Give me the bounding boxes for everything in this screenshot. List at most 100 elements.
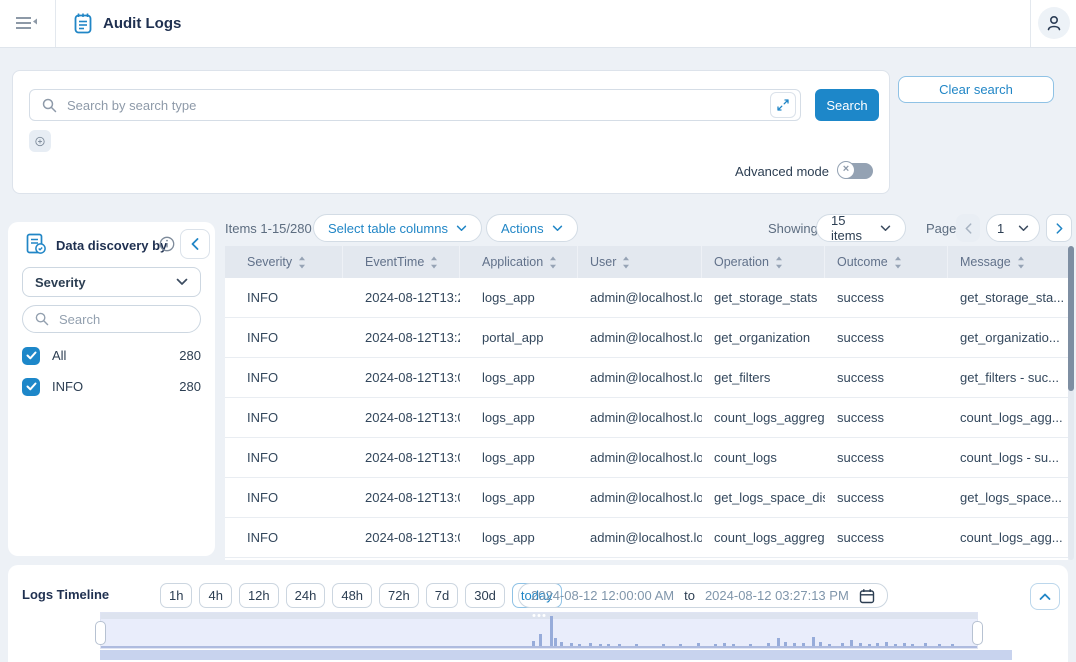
checkbox-checked-icon[interactable] — [22, 378, 40, 396]
sort-icon[interactable] — [430, 256, 438, 269]
clear-search-button[interactable]: Clear search — [898, 76, 1054, 103]
table-cell: count_logs_aggreg... — [702, 410, 825, 425]
table-cell: admin@localhost.lo... — [578, 330, 702, 345]
facet-list: All 280 INFO 280 — [8, 340, 215, 402]
table-row[interactable]: INFO2024-08-12T13:08:...logs_appadmin@lo… — [225, 398, 1068, 438]
table-cell: count_logs_aggreg... — [702, 530, 825, 545]
table-cell: logs_app — [460, 370, 578, 385]
timeline-collapse-button[interactable] — [1030, 583, 1060, 610]
table-cell: get_filters — [702, 370, 825, 385]
user-avatar-icon[interactable] — [1038, 7, 1070, 39]
table-cell: logs_app — [460, 490, 578, 505]
table-cell: get_organization — [702, 330, 825, 345]
range-button-48h[interactable]: 48h — [332, 583, 372, 608]
info-icon[interactable] — [159, 236, 175, 252]
range-button-1h[interactable]: 1h — [160, 583, 192, 608]
table-row[interactable]: INFO2024-08-12T13:08:...logs_appadmin@lo… — [225, 478, 1068, 518]
sort-icon[interactable] — [298, 256, 306, 269]
histogram-bar — [554, 638, 557, 646]
table-cell: admin@localhost.lo... — [578, 450, 702, 465]
search-input[interactable] — [65, 97, 770, 114]
table-cell: success — [825, 290, 948, 305]
facet-type-select[interactable]: Severity — [22, 267, 201, 297]
facet-search-input[interactable] — [57, 311, 171, 328]
advanced-mode-label: Advanced mode — [735, 164, 829, 179]
table-cell: logs_app — [460, 530, 578, 545]
table-cell: 2024-08-12T13:08:... — [343, 410, 460, 425]
advanced-mode-toggle[interactable]: × — [839, 163, 873, 179]
table-cell: portal_app — [460, 330, 578, 345]
table-cell: admin@localhost.lo... — [578, 410, 702, 425]
column-header[interactable]: Operation — [702, 246, 825, 278]
range-button-4h[interactable]: 4h — [199, 583, 231, 608]
column-header[interactable]: EventTime — [343, 246, 460, 278]
add-criteria-button[interactable] — [29, 130, 51, 152]
actions-button[interactable]: Actions — [486, 214, 578, 242]
table-row[interactable]: INFO2024-08-12T13:27:...logs_appadmin@lo… — [225, 278, 1068, 318]
search-box[interactable] — [29, 89, 801, 121]
divider — [55, 0, 56, 47]
timeline-brush[interactable] — [100, 612, 978, 649]
table-cell: success — [825, 410, 948, 425]
page-number-select[interactable]: 1 — [986, 214, 1040, 242]
range-button-72h[interactable]: 72h — [379, 583, 419, 608]
range-button-7d[interactable]: 7d — [426, 583, 458, 608]
facet-item[interactable]: All 280 — [8, 340, 215, 371]
checkbox-checked-icon[interactable] — [22, 347, 40, 365]
sidebar-title: Data discovery by — [56, 238, 167, 253]
date-range-picker[interactable]: 2024-08-12 12:00:00 AM to 2024-08-12 03:… — [518, 583, 888, 608]
facet-item[interactable]: INFO 280 — [8, 371, 215, 402]
divider — [1030, 0, 1031, 47]
prev-page-button[interactable] — [956, 214, 980, 242]
timeline-title: Logs Timeline — [22, 587, 109, 602]
sort-icon[interactable] — [1017, 256, 1025, 269]
facet-type-value: Severity — [35, 275, 86, 290]
table-cell: logs_app — [460, 290, 578, 305]
search-icon — [42, 98, 57, 113]
facet-label: All — [52, 348, 66, 363]
table-row[interactable]: INFO2024-08-12T13:08:...logs_appadmin@lo… — [225, 438, 1068, 478]
table-row[interactable]: INFO2024-08-12T13:08:...logs_appadmin@lo… — [225, 518, 1068, 558]
column-header[interactable]: User — [578, 246, 702, 278]
table-cell: INFO — [225, 410, 343, 425]
sort-icon[interactable] — [894, 256, 902, 269]
select-columns-button[interactable]: Select table columns — [313, 214, 482, 242]
table-cell: success — [825, 330, 948, 345]
chevron-down-icon — [176, 278, 188, 286]
histogram-bar — [777, 638, 780, 646]
chevron-right-icon — [1056, 223, 1063, 234]
date-from: 2024-08-12 12:00:00 AM — [531, 588, 674, 603]
next-page-button[interactable] — [1046, 214, 1072, 242]
table-cell: admin@localhost.lo... — [578, 490, 702, 505]
items-range-label: Items 1-15/280 — [225, 221, 312, 236]
search-panel: Search Advanced mode × — [12, 70, 890, 194]
sort-icon[interactable] — [549, 256, 557, 269]
column-header[interactable]: Severity — [225, 246, 343, 278]
brush-handle-left[interactable] — [95, 621, 106, 645]
chevron-left-icon — [965, 223, 972, 234]
expand-search-icon[interactable] — [770, 92, 796, 118]
range-button-24h[interactable]: 24h — [286, 583, 326, 608]
table-cell: 2024-08-12T13:08:... — [343, 370, 460, 385]
table-body: INFO2024-08-12T13:27:...logs_appadmin@lo… — [225, 278, 1068, 560]
brush-handle-right[interactable] — [972, 621, 983, 645]
column-header[interactable]: Outcome — [825, 246, 948, 278]
sort-icon[interactable] — [622, 256, 630, 269]
column-header[interactable]: Message — [948, 246, 1068, 278]
table-row[interactable]: INFO2024-08-12T13:27:...portal_appadmin@… — [225, 318, 1068, 358]
timeline-histogram — [101, 613, 977, 646]
sort-icon[interactable] — [775, 256, 783, 269]
range-button-30d[interactable]: 30d — [465, 583, 505, 608]
facet-search-box[interactable] — [22, 305, 201, 333]
table-cell: INFO — [225, 370, 343, 385]
scrollbar-thumb[interactable] — [1068, 246, 1074, 391]
column-header[interactable]: Application — [460, 246, 578, 278]
page-size-select[interactable]: 15 items — [816, 214, 906, 242]
collapse-menu-icon[interactable] — [16, 17, 38, 30]
sidebar-collapse-button[interactable] — [180, 229, 210, 259]
search-button[interactable]: Search — [815, 89, 879, 121]
table-scrollbar[interactable] — [1068, 246, 1074, 560]
range-button-12h[interactable]: 12h — [239, 583, 279, 608]
table-row[interactable]: INFO2024-08-12T13:08:...logs_appadmin@lo… — [225, 358, 1068, 398]
table-cell: get_logs_space_dis... — [702, 490, 825, 505]
